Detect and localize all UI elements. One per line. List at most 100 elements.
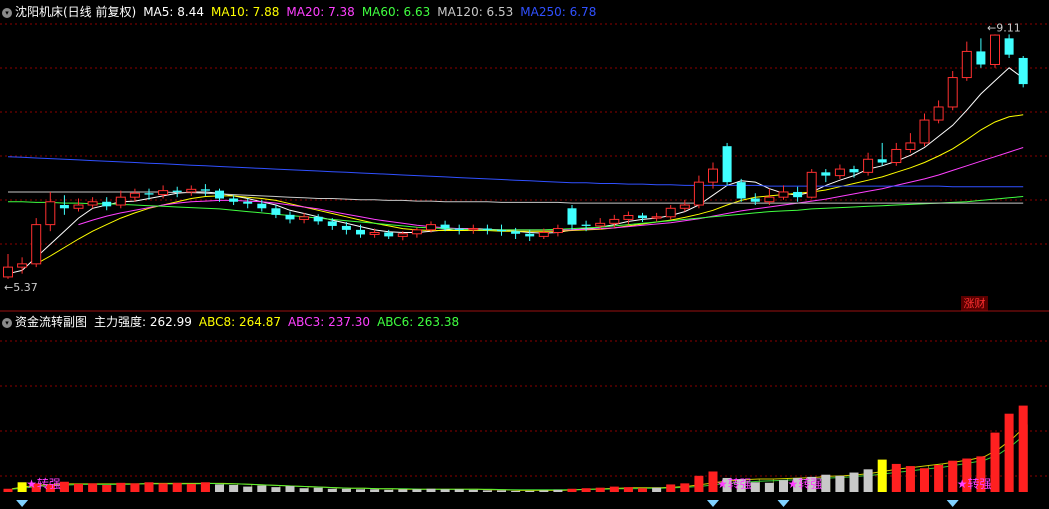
candle-body <box>595 222 606 227</box>
strength-bar <box>313 487 323 492</box>
signal-diamond-icon <box>707 500 719 507</box>
candle-body <box>877 159 887 163</box>
candle-body <box>17 263 28 268</box>
strength-bar <box>88 483 98 492</box>
high-price-label: ←9.11 <box>987 21 1021 34</box>
candle-body <box>73 204 84 209</box>
candle-body <box>793 191 803 198</box>
strength-bar <box>200 482 210 492</box>
strength-bar <box>609 486 619 492</box>
strength-bar <box>920 468 929 492</box>
strength-bar <box>468 489 478 492</box>
candle-body <box>341 225 351 230</box>
candle-body <box>665 207 676 218</box>
ma-line-ma60 <box>8 196 1024 231</box>
candle-body <box>651 216 662 219</box>
strength-bar <box>370 489 380 492</box>
strength-bar <box>497 490 506 492</box>
candle-body <box>693 181 704 206</box>
candle-body <box>552 228 563 233</box>
strength-bar <box>623 487 633 492</box>
candle-body <box>1004 38 1014 55</box>
strength-bar <box>341 488 351 492</box>
candle-body <box>384 232 394 237</box>
stock-chart-canvas[interactable]: ←9.11 ←5.37 ★转强 ★转强 ★转强 ★转强 <box>0 0 1049 509</box>
candle-body <box>229 198 239 202</box>
strength-bar <box>172 482 182 492</box>
candle-body <box>891 148 902 164</box>
strength-bar <box>482 490 492 492</box>
strength-bar <box>863 469 873 492</box>
candle-body <box>59 205 69 209</box>
candle-body <box>990 34 1000 65</box>
candle-body <box>454 228 464 230</box>
candle-body <box>243 201 253 204</box>
candle-body <box>905 142 916 150</box>
candle-body <box>525 233 535 237</box>
candle-body <box>538 231 549 237</box>
candle-body <box>411 229 422 235</box>
strength-bar <box>440 489 450 492</box>
strength-bar <box>144 482 154 492</box>
signal-diamond-icon <box>777 500 790 507</box>
strength-bar <box>243 486 253 492</box>
candle-body <box>511 231 521 234</box>
strength-bar <box>849 472 859 492</box>
strength-bar <box>454 489 464 492</box>
candle-body <box>919 119 930 144</box>
candle-body <box>144 193 154 195</box>
strength-bar <box>412 489 422 492</box>
signal-label: ★转强 <box>26 476 61 491</box>
strength-bar <box>539 490 549 492</box>
candle-body <box>821 172 831 176</box>
low-price-label: ←5.37 <box>4 281 38 294</box>
candle-body <box>129 192 140 198</box>
strength-bar <box>567 488 577 492</box>
strength-bar <box>934 465 944 492</box>
candle-body <box>172 190 182 192</box>
candle-body <box>623 214 634 220</box>
ma-line-ma10 <box>35 114 1024 265</box>
candle-body <box>87 201 98 206</box>
strength-bar <box>285 486 295 492</box>
strength-bar <box>553 489 563 492</box>
candle-body <box>581 224 591 226</box>
candle-body <box>200 189 210 191</box>
strength-bar <box>835 475 845 492</box>
strength-bar <box>595 487 605 492</box>
candle-body <box>609 218 620 224</box>
candle-body <box>215 190 224 199</box>
strength-bar <box>426 488 436 492</box>
strength-bar <box>102 484 112 492</box>
signal-label: ★转强 <box>788 476 823 491</box>
candle-body <box>313 216 323 222</box>
candle-body <box>1018 57 1028 85</box>
strength-bar <box>74 483 83 492</box>
signal-diamond-icon <box>16 500 29 507</box>
strength-bar <box>525 490 535 492</box>
strength-bar <box>891 463 901 492</box>
strength-bar <box>638 488 647 492</box>
strength-bar <box>116 482 126 492</box>
candle-body <box>708 168 718 183</box>
signal-diamond-icon <box>946 500 959 507</box>
candle-body <box>397 233 408 237</box>
strength-bar <box>215 484 224 492</box>
strength-bar <box>327 488 337 492</box>
candle-body <box>102 201 112 207</box>
strength-bar <box>158 483 168 492</box>
candle-body <box>722 146 732 183</box>
candle-body <box>863 158 874 173</box>
candle-body <box>961 50 972 79</box>
candle-body <box>115 196 126 206</box>
strength-bar <box>398 489 408 492</box>
candle-body <box>271 208 281 215</box>
strength-bar <box>384 489 394 492</box>
strength-bar <box>186 483 196 492</box>
candle-body <box>45 201 56 226</box>
strength-bar <box>356 489 365 492</box>
strength-bar <box>299 488 309 492</box>
candle-body <box>736 182 746 199</box>
candle-body <box>3 266 13 278</box>
candle-body <box>849 169 859 173</box>
